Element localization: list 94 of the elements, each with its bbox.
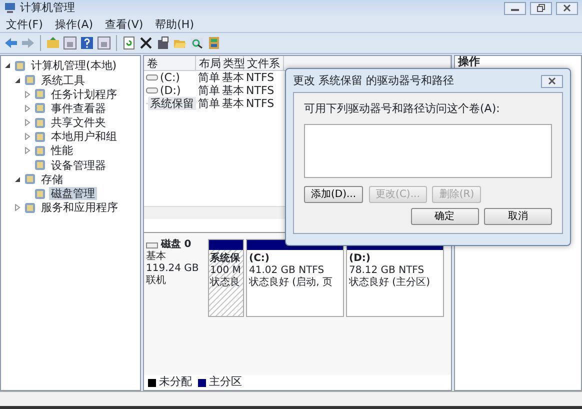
- partition-text: 100 M: [210, 265, 242, 276]
- tree-item[interactable]: 服务和应用程序: [39, 201, 120, 214]
- expanded-triangle-icon[interactable]: [14, 176, 21, 183]
- app-icon: [34, 188, 46, 200]
- partition[interactable]: (C:) 41.02 GB NTFS 状态良好 (启动, 页: [246, 239, 344, 317]
- collapsed-triangle-icon[interactable]: [24, 147, 31, 154]
- partition-text: (D:): [349, 253, 372, 265]
- partition[interactable]: 系统保 100 M 状态良: [208, 239, 244, 317]
- refresh-icon[interactable]: [122, 36, 136, 50]
- tree-item[interactable]: 共享文件夹: [49, 116, 108, 130]
- app-icon: [24, 202, 36, 214]
- menu-item[interactable]: 查看(V): [99, 16, 150, 32]
- app-icon: [24, 173, 36, 186]
- dialog-button[interactable]: 添加(D)...: [304, 186, 364, 203]
- tree-item[interactable]: 计算机管理(本地): [29, 59, 119, 72]
- collapsed-triangle-icon[interactable]: [14, 204, 21, 212]
- partition-text: 78.12 GB NTFS: [349, 265, 426, 276]
- legend-label: 未分配: [159, 374, 192, 390]
- menu-item[interactable]: 操作(A): [48, 16, 100, 32]
- close-button[interactable]: [556, 2, 578, 14]
- table-cell-text: NTFS: [245, 71, 276, 84]
- expanded-triangle-icon[interactable]: [4, 62, 11, 70]
- column-header[interactable]: 类型: [220, 56, 244, 70]
- table-cell-text: NTFS: [245, 97, 276, 110]
- dialog-button[interactable]: 取消: [484, 208, 552, 226]
- tree-item[interactable]: 存储: [39, 172, 65, 186]
- dialog-title: 更改 系统保留 的驱动器号和路径: [293, 73, 454, 89]
- table-cell-text: 简单: [197, 71, 220, 84]
- close-button[interactable]: [541, 74, 563, 88]
- collapsed-triangle-icon[interactable]: [24, 90, 31, 98]
- minimize-button[interactable]: [504, 2, 526, 14]
- window-title: 计算机管理: [20, 0, 76, 16]
- partition-text: 系统保: [210, 253, 241, 265]
- app-icon: [34, 102, 46, 114]
- app-icon: [34, 116, 46, 129]
- table-cell-text: 基本: [221, 71, 244, 84]
- settings-icon[interactable]: [207, 36, 221, 50]
- collapsed-triangle-icon[interactable]: [24, 104, 31, 112]
- expanded-triangle-icon[interactable]: [14, 76, 21, 84]
- table-cell-text: 基本: [221, 84, 244, 97]
- column-header[interactable]: 文件系: [244, 56, 284, 70]
- close-icon: [548, 77, 556, 86]
- app-icon: [24, 74, 36, 86]
- tree-item[interactable]: 事件查看器: [49, 102, 108, 115]
- app-icon: [34, 130, 46, 143]
- restore-button[interactable]: [530, 2, 552, 14]
- column-header[interactable]: 布局: [196, 56, 220, 70]
- table-cell: 系统保留: [148, 97, 196, 110]
- disk-info-text: 联机: [146, 275, 167, 287]
- restore-icon: [537, 4, 545, 12]
- partition-text: 41.02 GB NTFS: [249, 265, 326, 276]
- tree-item[interactable]: 设备管理器: [49, 158, 108, 172]
- partition-text: 状态良好 (主分区): [349, 277, 431, 289]
- path-list[interactable]: [304, 124, 552, 178]
- computer-icon: [4, 2, 16, 14]
- collapsed-triangle-icon[interactable]: [24, 119, 31, 126]
- table-cell-text: 基本: [221, 97, 244, 110]
- tree-item[interactable]: 本地用户和组: [49, 130, 119, 144]
- app-icon: [34, 159, 46, 172]
- disk-info-text: 119.24 GB: [146, 263, 200, 274]
- disk-info-text: 基本: [146, 251, 167, 263]
- tree-item[interactable]: 性能: [49, 144, 75, 158]
- help-icon[interactable]: [80, 36, 94, 50]
- menu-item[interactable]: 帮助(H): [149, 16, 200, 32]
- app-icon: [34, 144, 46, 157]
- disk-name: 磁盘 0: [160, 239, 192, 250]
- dialog-label: 可用下列驱动器号和路径访问这个卷(A):: [304, 101, 501, 118]
- table-cell-text: 简单: [197, 97, 220, 110]
- app-icon: [14, 60, 26, 72]
- close-icon: [563, 4, 571, 12]
- table-cell-text: (C:): [159, 71, 181, 84]
- partition-text: (C:): [249, 253, 270, 265]
- table-cell-text: (D:): [159, 84, 182, 97]
- properties-icon[interactable]: [156, 36, 170, 50]
- search-icon[interactable]: [190, 36, 204, 50]
- partition-text: 状态良: [210, 277, 241, 289]
- panel-icon[interactable]: [97, 36, 111, 50]
- menu-item[interactable]: 文件(F): [0, 16, 49, 32]
- table-cell-text: 简单: [197, 84, 220, 97]
- app-icon: [34, 88, 46, 100]
- back-arrow-icon[interactable]: [4, 36, 18, 50]
- tree-item[interactable]: 系统工具: [39, 74, 87, 87]
- dialog-button[interactable]: 确定: [410, 208, 478, 226]
- actions-header: 操作: [456, 56, 481, 68]
- legend-label: 主分区: [208, 374, 242, 390]
- tree-item[interactable]: 磁盘管理: [49, 187, 97, 200]
- folder-up-icon[interactable]: [46, 36, 60, 50]
- panel-icon[interactable]: [63, 36, 77, 50]
- partition-text: 状态良好 (启动, 页: [249, 277, 334, 289]
- delete-icon[interactable]: [139, 36, 153, 50]
- collapsed-triangle-icon[interactable]: [24, 133, 31, 140]
- tree-item[interactable]: 任务计划程序: [49, 88, 119, 101]
- table-cell-text: NTFS: [245, 84, 276, 97]
- column-header[interactable]: 卷: [144, 56, 196, 70]
